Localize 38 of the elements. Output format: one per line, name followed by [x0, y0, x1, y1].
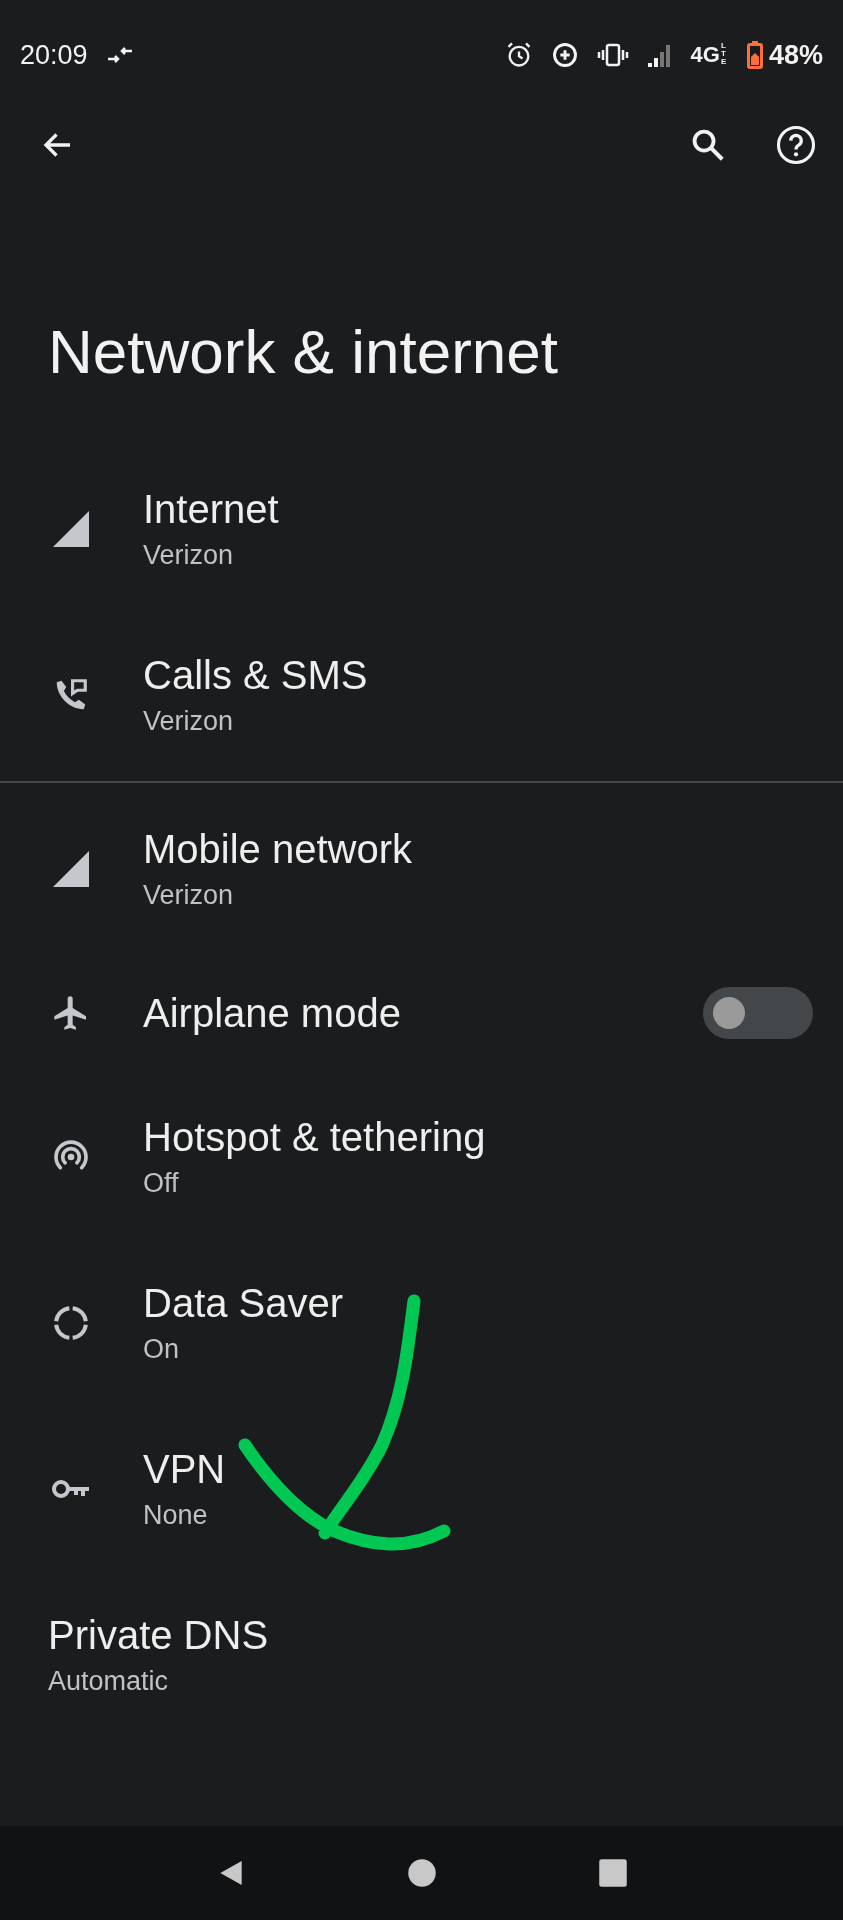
square-icon — [597, 1858, 628, 1888]
item-title: VPN — [143, 1446, 226, 1493]
item-title: Mobile network — [143, 826, 412, 873]
settings-item[interactable]: Private DNS Automatic — [0, 1572, 843, 1738]
battery-icon — [746, 41, 763, 69]
item-title: Calls & SMS — [143, 652, 368, 699]
circle-icon — [407, 1858, 438, 1888]
toggle-switch[interactable] — [703, 987, 813, 1039]
home-nav-button[interactable] — [407, 1858, 438, 1888]
item-title: Data Saver — [143, 1280, 344, 1327]
item-title: Airplane mode — [143, 990, 401, 1037]
data-saver-icon — [550, 41, 579, 69]
settings-item[interactable]: Internet Verizon — [0, 446, 843, 612]
item-subtitle: Verizon — [143, 879, 234, 912]
recents-nav-button[interactable] — [597, 1858, 628, 1888]
item-subtitle: Automatic — [48, 1665, 169, 1698]
vibrate-icon — [596, 43, 629, 67]
key-icon — [50, 1477, 91, 1501]
settings-item[interactable]: Hotspot & tethering Off — [0, 1074, 843, 1240]
item-subtitle: Off — [143, 1167, 179, 1200]
settings-item[interactable]: Mobile network Verizon — [0, 786, 843, 952]
settings-item[interactable]: Airplane mode — [0, 952, 843, 1074]
battery-percent: 48% — [768, 39, 823, 71]
help-icon — [775, 124, 817, 166]
settings-item[interactable]: Calls & SMS Verizon — [0, 612, 843, 778]
item-title: Internet — [143, 486, 279, 533]
item-subtitle: Verizon — [143, 705, 234, 738]
signal-icon — [646, 42, 673, 68]
settings-item[interactable]: Data Saver On — [0, 1240, 843, 1406]
clock-time: 20:09 — [20, 39, 88, 71]
item-subtitle: Verizon — [143, 539, 234, 572]
settings-item[interactable]: VPN None — [0, 1406, 843, 1572]
item-subtitle: On — [143, 1333, 180, 1366]
item-subtitle: None — [143, 1499, 208, 1532]
item-title: Private DNS — [48, 1612, 269, 1659]
data-transfer-icon — [105, 45, 134, 65]
page-title: Network & internet — [48, 316, 559, 388]
item-title: Hotspot & tethering — [143, 1114, 486, 1161]
